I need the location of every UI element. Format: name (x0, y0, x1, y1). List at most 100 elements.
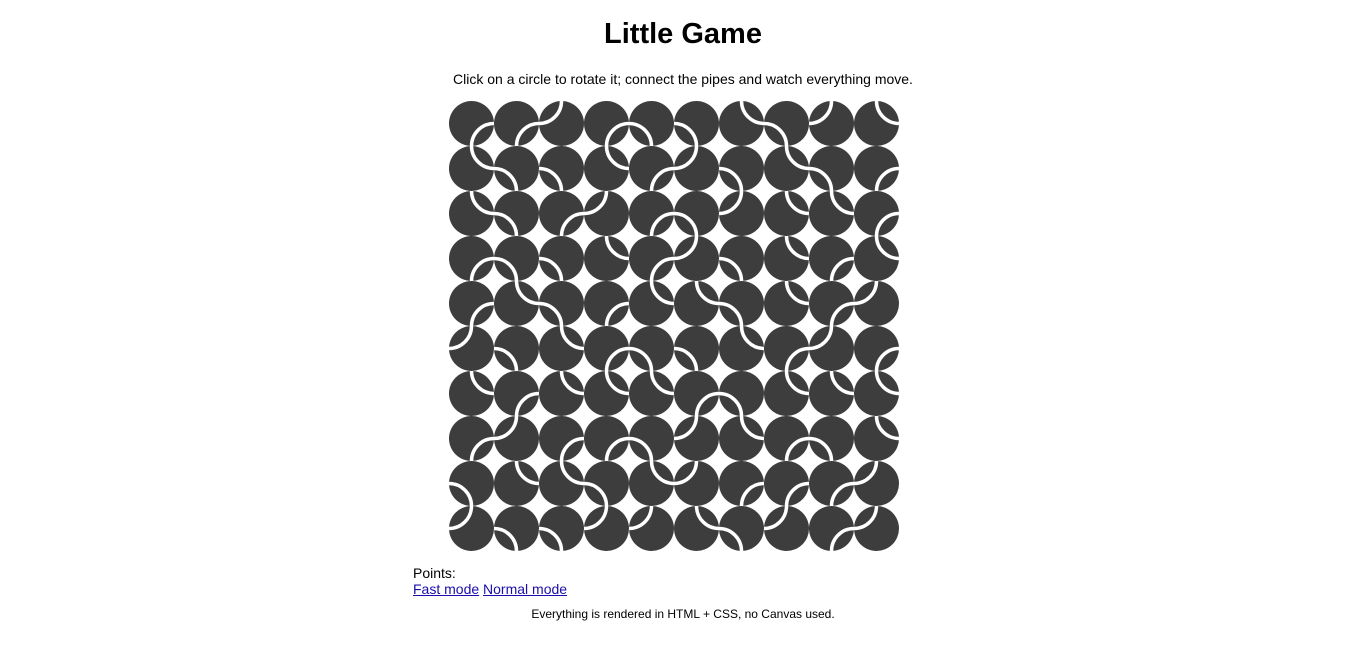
pipe-tile[interactable] (718, 371, 764, 417)
pipe-tile[interactable] (673, 101, 719, 147)
pipe-tile[interactable] (538, 236, 584, 282)
pipe-tile[interactable] (493, 415, 539, 461)
pipe-tile[interactable] (449, 370, 495, 416)
pipe-tile[interactable] (448, 325, 494, 371)
pipe-tile[interactable] (763, 101, 809, 147)
pipe-tile[interactable] (809, 236, 855, 282)
pipe-tile[interactable] (448, 461, 494, 507)
pipe-tile[interactable] (673, 235, 719, 281)
pipe-tile[interactable] (493, 191, 539, 237)
pipe-tile[interactable] (764, 416, 810, 462)
pipe-tile[interactable] (629, 280, 675, 326)
pipe-tile[interactable] (584, 281, 630, 327)
pipe-tile[interactable] (718, 506, 764, 552)
pipe-tile[interactable] (539, 370, 585, 416)
pipe-tile[interactable] (854, 326, 900, 372)
pipe-tile[interactable] (718, 146, 764, 192)
pipe-tile[interactable] (808, 146, 854, 192)
pipe-tile[interactable] (718, 236, 764, 282)
pipe-tile[interactable] (764, 461, 810, 507)
pipe-tile[interactable] (449, 416, 495, 462)
pipe-tile[interactable] (493, 326, 539, 372)
pipe-tile[interactable] (719, 415, 765, 461)
pipe-tile[interactable] (674, 280, 720, 326)
pipe-tile[interactable] (493, 506, 539, 552)
pipe-tile[interactable] (538, 281, 584, 327)
pipe-tile[interactable] (719, 461, 765, 507)
pipe-tile[interactable] (809, 370, 855, 416)
pipe-tile[interactable] (538, 506, 584, 552)
pipe-tile[interactable] (628, 416, 674, 462)
pipe-tile[interactable] (809, 281, 855, 327)
pipe-tile[interactable] (673, 326, 719, 372)
pipe-tile[interactable] (629, 460, 675, 506)
pipe-tile[interactable] (809, 506, 855, 552)
pipe-tile[interactable] (854, 235, 900, 281)
pipe-tile[interactable] (539, 191, 585, 237)
pipe-tile[interactable] (764, 190, 810, 236)
pipe-tile[interactable] (584, 101, 630, 147)
pipe-tile[interactable] (629, 370, 675, 416)
pipe-tile[interactable] (674, 505, 720, 551)
pipe-tile[interactable] (853, 505, 899, 551)
pipe-tile[interactable] (674, 371, 720, 417)
pipe-tile[interactable] (584, 235, 630, 281)
pipe-tile[interactable] (493, 146, 539, 192)
pipe-tile[interactable] (494, 460, 540, 506)
pipe-tile[interactable] (764, 145, 810, 191)
pipe-tile[interactable] (764, 280, 810, 326)
pipe-tile[interactable] (583, 461, 629, 507)
pipe-tile[interactable] (583, 505, 629, 551)
pipe-tile[interactable] (628, 505, 674, 551)
pipe-tile[interactable] (718, 281, 764, 327)
pipe-tile[interactable] (629, 236, 675, 282)
pipe-tile[interactable] (854, 191, 900, 237)
pipe-tile[interactable] (764, 370, 810, 416)
pipe-tile[interactable] (854, 370, 900, 416)
pipe-tile[interactable] (449, 281, 495, 327)
pipe-tile[interactable] (494, 280, 540, 326)
pipe-tile[interactable] (764, 326, 810, 372)
pipe-tile[interactable] (809, 461, 855, 507)
pipe-tile[interactable] (854, 146, 900, 192)
pipe-tile[interactable] (448, 505, 494, 551)
pipe-tile[interactable] (493, 236, 539, 282)
pipe-tile[interactable] (539, 416, 585, 462)
pipe-tile[interactable] (584, 326, 630, 372)
pipe-tile[interactable] (584, 416, 630, 462)
pipe-tile[interactable] (629, 191, 675, 237)
pipe-tile[interactable] (583, 190, 629, 236)
fast-mode-link[interactable]: Fast mode (413, 581, 479, 597)
pipe-tile[interactable] (539, 325, 585, 371)
pipe-tile[interactable] (584, 370, 630, 416)
normal-mode-link[interactable]: Normal mode (483, 581, 567, 597)
pipe-tile[interactable] (538, 146, 584, 192)
pipe-tile[interactable] (673, 460, 719, 506)
pipe-tile[interactable] (449, 145, 495, 191)
pipe-tile[interactable] (764, 235, 810, 281)
pipe-tile[interactable] (539, 460, 585, 506)
pipe-tile[interactable] (449, 190, 495, 236)
pipe-tile[interactable] (719, 100, 765, 146)
pipe-tile[interactable] (854, 100, 900, 146)
pipe-tile[interactable] (494, 371, 540, 417)
pipe-tile[interactable] (628, 101, 674, 147)
pipe-tile[interactable] (719, 325, 765, 371)
pipe-tile[interactable] (494, 101, 540, 147)
pipe-tile[interactable] (449, 101, 495, 147)
pipe-tile[interactable] (629, 146, 675, 192)
pipe-tile[interactable] (853, 460, 899, 506)
pipe-tile[interactable] (584, 145, 630, 191)
pipe-tile[interactable] (673, 145, 719, 191)
pipe-tile[interactable] (673, 191, 719, 237)
pipe-tile[interactable] (718, 190, 764, 236)
pipe-tile[interactable] (808, 416, 854, 462)
pipe-tile[interactable] (628, 326, 674, 372)
pipe-tile[interactable] (673, 415, 719, 461)
pipe-tile[interactable] (538, 100, 584, 146)
pipe-tile[interactable] (809, 190, 855, 236)
pipe-tile[interactable] (808, 325, 854, 371)
pipe-tile[interactable] (763, 505, 809, 551)
pipe-tile[interactable] (808, 100, 854, 146)
pipe-tile[interactable] (853, 280, 899, 326)
